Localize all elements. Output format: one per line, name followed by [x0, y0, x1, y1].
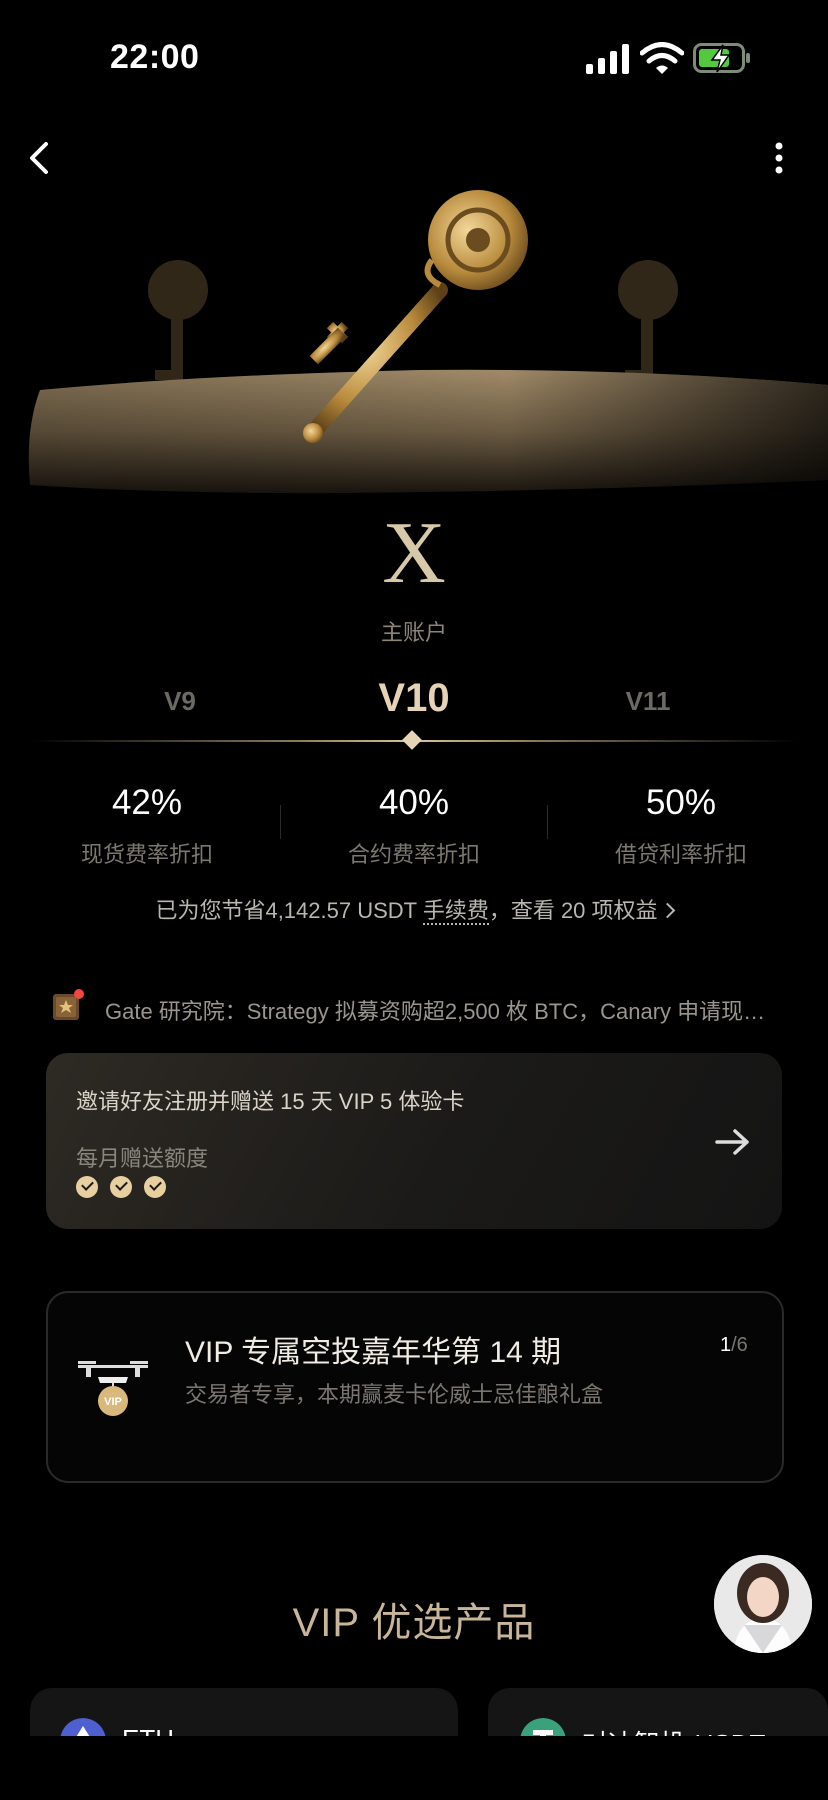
savings-suffix: ，查看 20 项权益 — [488, 898, 658, 923]
quota-check-icon — [110, 1176, 132, 1198]
more-options-icon[interactable] — [770, 140, 788, 176]
fee-term[interactable]: 手续费 — [422, 898, 489, 925]
bottom-safe-area — [0, 1736, 828, 1800]
vip-drone-icon: VIP — [78, 1361, 148, 1416]
customer-service-avatar[interactable] — [714, 1555, 812, 1653]
back-arrow-icon[interactable] — [26, 140, 58, 176]
pager-total: /6 — [731, 1334, 748, 1356]
account-label: 主账户 — [380, 620, 447, 645]
savings-prefix: 已为您节省4,142.57 USDT — [155, 898, 423, 923]
quota-check-icon — [144, 1176, 166, 1198]
loan-rate-discount: 50% 借贷利率折扣 — [548, 783, 814, 869]
level-next[interactable]: V11 — [608, 686, 688, 717]
cellular-signal-icon — [586, 44, 629, 74]
news-ticker[interactable]: Gate 研究院：Strategy 拟募资购超2,500 枚 BTC，Canar… — [105, 994, 785, 1026]
arrow-right-icon[interactable] — [715, 1128, 751, 1156]
battery-charging-icon — [693, 43, 750, 73]
airdrop-title: VIP 专属空投嘉年华第 14 期 — [185, 1336, 562, 1369]
stat-label: 合约费率折扣 — [347, 842, 480, 867]
savings-benefits-link[interactable]: 已为您节省4,142.57 USDT 手续费，查看 20 项权益 — [0, 893, 828, 925]
invite-card-title: 邀请好友注册并赠送 15 天 VIP 5 体验卡 — [76, 1089, 465, 1114]
stat-label: 借贷利率折扣 — [614, 842, 747, 867]
futures-fee-discount: 40% 合约费率折扣 — [281, 783, 547, 869]
drone-badge: VIP — [104, 1396, 122, 1408]
stat-value: 40% — [378, 783, 450, 822]
vip-emblem-letter: X — [382, 505, 446, 602]
spot-fee-discount: 42% 现货费率折扣 — [14, 783, 280, 869]
quota-check-icon — [76, 1176, 98, 1198]
wifi-icon — [640, 42, 684, 74]
level-current[interactable]: V10 — [354, 676, 474, 721]
stat-value: 42% — [111, 783, 183, 822]
vip-products-title: VIP 优选产品 — [292, 1601, 536, 1645]
level-indicator-diamond — [402, 730, 422, 750]
level-prev[interactable]: V9 — [140, 686, 220, 717]
carousel-pager: 1/6 — [720, 1334, 748, 1357]
pager-current: 1 — [720, 1334, 732, 1356]
stat-value: 50% — [645, 783, 717, 822]
stat-label: 现货费率折扣 — [80, 842, 213, 867]
status-time: 22:00 — [110, 38, 200, 76]
research-scroll-icon — [53, 989, 84, 1020]
airdrop-subtitle: 交易者专享，本期赢麦卡伦威士忌佳酿礼盒 — [185, 1382, 604, 1407]
invite-card-subtitle: 每月赠送额度 — [76, 1146, 209, 1171]
chevron-right-icon — [659, 902, 675, 919]
support-agent-icon — [714, 1555, 812, 1653]
